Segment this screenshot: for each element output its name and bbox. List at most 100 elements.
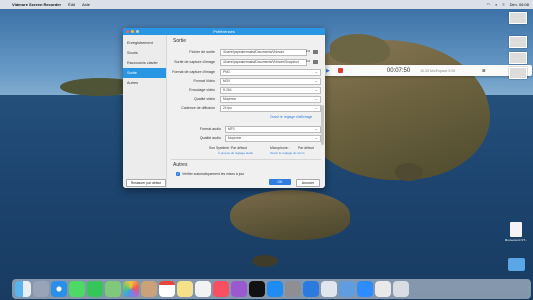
microphone-label: Microphone : xyxy=(270,146,290,150)
sidebar-item-shortcuts[interactable]: Raccourcis clavier xyxy=(123,58,166,68)
appstore-icon[interactable] xyxy=(267,281,283,297)
video-format-label: Format Vidéo xyxy=(193,79,215,83)
desktop-rock-tiny xyxy=(252,255,278,267)
menu-bar: Vidmore Screen Recorder Édit Aide xyxy=(0,0,533,9)
snapshot-format-label: Format de capture d'image xyxy=(172,70,215,74)
launchpad-icon[interactable] xyxy=(33,281,49,297)
podcasts-icon[interactable] xyxy=(231,281,247,297)
desktop-rock xyxy=(230,190,350,240)
browse-snapshot-button[interactable]: ••• xyxy=(306,58,310,63)
audio-format-label: Format audio xyxy=(199,127,221,131)
section-divider xyxy=(171,159,321,160)
open-folder-icon[interactable] xyxy=(313,50,318,54)
settings-icon[interactable] xyxy=(285,281,301,297)
snapshot-format-select[interactable]: PNG xyxy=(220,69,321,76)
desktop-file[interactable] xyxy=(503,52,533,65)
system-sound-label: Son Système : xyxy=(209,146,232,150)
content-scrollbar[interactable] xyxy=(321,105,324,145)
play-icon[interactable]: ▶ xyxy=(326,68,330,74)
screenshot-thumbnail xyxy=(509,52,527,64)
preferences-content: Sortie Fichier de sortie /Users/ipspeake… xyxy=(167,35,325,188)
desktop-island-peak xyxy=(330,34,390,64)
audio-quality-select[interactable]: Moyenne xyxy=(225,135,321,142)
sidebar-item-recording[interactable]: Enregistrement xyxy=(123,38,166,48)
video-format-select[interactable]: MOV xyxy=(220,78,321,85)
auto-update-label: Vérifier automatiquement les mises à jou… xyxy=(182,172,245,176)
calendar-icon[interactable] xyxy=(159,281,175,297)
camera-icon[interactable]: ◙ xyxy=(482,68,485,74)
reset-default-button[interactable]: Restaurer par défaut xyxy=(126,179,166,187)
menu-edit[interactable]: Édit xyxy=(68,2,75,7)
maps-icon[interactable] xyxy=(105,281,121,297)
preferences-sidebar: Enregistrement Souris Raccourcis clavier… xyxy=(123,35,167,188)
open-folder-icon[interactable] xyxy=(313,60,318,64)
search-icon[interactable]: ⌕ xyxy=(495,2,497,7)
video-codec-select[interactable]: H.264 xyxy=(220,87,321,94)
trash-icon[interactable] xyxy=(393,281,409,297)
zoom-window-button[interactable] xyxy=(136,30,139,33)
sidebar-item-output[interactable]: Sortie xyxy=(123,68,166,78)
preferences-window: Préférences Enregistrement Souris Raccou… xyxy=(123,28,325,188)
preview-icon[interactable] xyxy=(321,281,337,297)
frame-rate-select[interactable]: 24 fps xyxy=(220,105,321,112)
photos-icon[interactable] xyxy=(123,281,139,297)
notes-icon[interactable] xyxy=(177,281,193,297)
zoom-icon[interactable] xyxy=(357,281,373,297)
auto-update-checkbox[interactable]: ✓ xyxy=(176,172,180,176)
frame-rate-label: Cadence de diffusion xyxy=(181,106,215,110)
snapshot-folder-label: Sortie de capture d'image xyxy=(174,60,215,64)
sidebar-item-mouse[interactable]: Souris xyxy=(123,48,166,58)
contacts-icon[interactable] xyxy=(141,281,157,297)
dock xyxy=(12,279,531,299)
browse-output-button[interactable]: ••• xyxy=(306,48,310,53)
desktop-rock-small xyxy=(395,163,423,181)
safari-icon[interactable] xyxy=(51,281,67,297)
control-center-icon[interactable]: ≡ xyxy=(502,2,504,7)
video-quality-select[interactable]: Moyenne xyxy=(220,96,321,103)
audio-settings-link[interactable]: À propos du réglage audio xyxy=(218,151,253,155)
recording-toolbar: ▶ 00:07:50 10.33 Mo/Espace 9.00 ◙ xyxy=(322,65,532,76)
menu-clock[interactable]: Dim. 06:08 xyxy=(510,2,529,7)
audio-quality-label: Qualité audio xyxy=(199,136,221,140)
finder-icon[interactable] xyxy=(15,281,31,297)
close-window-button[interactable] xyxy=(126,30,129,33)
mic-settings-link[interactable]: Ouvrir le réglage du micro xyxy=(270,151,305,155)
document-icon xyxy=(510,222,522,237)
wifi-icon[interactable]: ◠ xyxy=(487,2,491,7)
menu-status-area: ◠ ⌕ ≡ Dim. 06:08 xyxy=(487,0,529,9)
stop-record-button[interactable] xyxy=(337,68,343,73)
facetime-icon[interactable] xyxy=(87,281,103,297)
menu-help[interactable]: Aide xyxy=(82,2,90,7)
audio-format-select[interactable]: MP3 xyxy=(225,126,321,133)
desktop-file[interactable]: Mouvement ST... xyxy=(501,222,531,242)
music-icon[interactable] xyxy=(213,281,229,297)
video-codec-label: Encodage vidéo xyxy=(189,88,215,92)
vidmore-icon[interactable] xyxy=(303,281,319,297)
desktop-folder[interactable] xyxy=(501,258,531,272)
desktop-file[interactable] xyxy=(503,12,533,25)
ok-button[interactable]: OK xyxy=(269,179,291,185)
reminders-icon[interactable] xyxy=(195,281,211,297)
folder-icon xyxy=(507,258,525,271)
desktop-file[interactable] xyxy=(503,67,533,80)
system-sound-value: Par défaut xyxy=(231,146,247,150)
microphone-value: Par défaut xyxy=(298,146,314,150)
menu-app-name[interactable]: Vidmore Screen Recorder xyxy=(12,2,61,7)
cancel-button[interactable]: Annuler xyxy=(296,179,320,187)
minimize-window-button[interactable] xyxy=(131,30,134,33)
messages-icon[interactable] xyxy=(69,281,85,297)
screenshot-thumbnail xyxy=(509,36,527,48)
tv-icon[interactable] xyxy=(249,281,265,297)
display-settings-link[interactable]: Ouvrir le réglage d'affichage xyxy=(270,115,312,119)
screenshot-thumbnail xyxy=(509,12,527,24)
recording-size: 10.33 Mo/Espace 9.00 xyxy=(420,68,456,73)
video-quality-label: Qualité vidéo xyxy=(194,97,215,101)
downloads-icon[interactable] xyxy=(375,281,391,297)
files-icon[interactable] xyxy=(339,281,355,297)
section-title-others: Autres xyxy=(173,162,188,168)
snapshot-folder-field[interactable]: /Users/ipspeakermatsi/Documents/Vidmore/… xyxy=(220,59,307,66)
output-folder-field[interactable]: /Users/ipspeakermatsi/Documents/Vidmore xyxy=(220,49,307,56)
screenshot-thumbnail xyxy=(509,67,527,79)
desktop-file[interactable] xyxy=(503,36,533,49)
sidebar-item-others[interactable]: Autres xyxy=(123,78,166,88)
